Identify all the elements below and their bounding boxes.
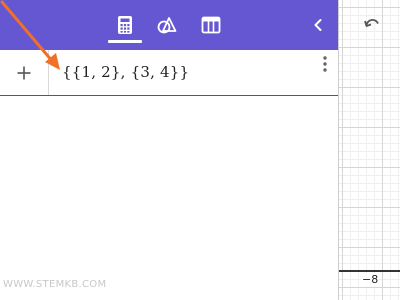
calculator-icon[interactable] — [114, 14, 136, 36]
top-toolbar — [0, 0, 338, 50]
active-tab-indicator — [108, 40, 142, 43]
undo-icon[interactable] — [361, 14, 383, 36]
graphics-view[interactable]: −8 — [338, 0, 400, 300]
chevron-left-icon[interactable] — [308, 14, 328, 36]
watermark: WWW.STEMKB.COM — [3, 279, 107, 290]
plus-icon[interactable] — [0, 50, 49, 95]
geometry-icon[interactable] — [156, 14, 178, 36]
algebra-input-row[interactable]: {{1, 2}, {3, 4}} — [0, 50, 338, 96]
more-vertical-icon[interactable] — [318, 55, 332, 73]
axis-tick-label: −8 — [361, 273, 380, 286]
expression-text[interactable]: {{1, 2}, {3, 4}} — [62, 63, 189, 81]
table-icon[interactable] — [200, 14, 222, 36]
algebra-panel: {{1, 2}, {3, 4}} WWW.STEMKB.COM — [0, 0, 338, 300]
x-axis — [339, 270, 400, 272]
